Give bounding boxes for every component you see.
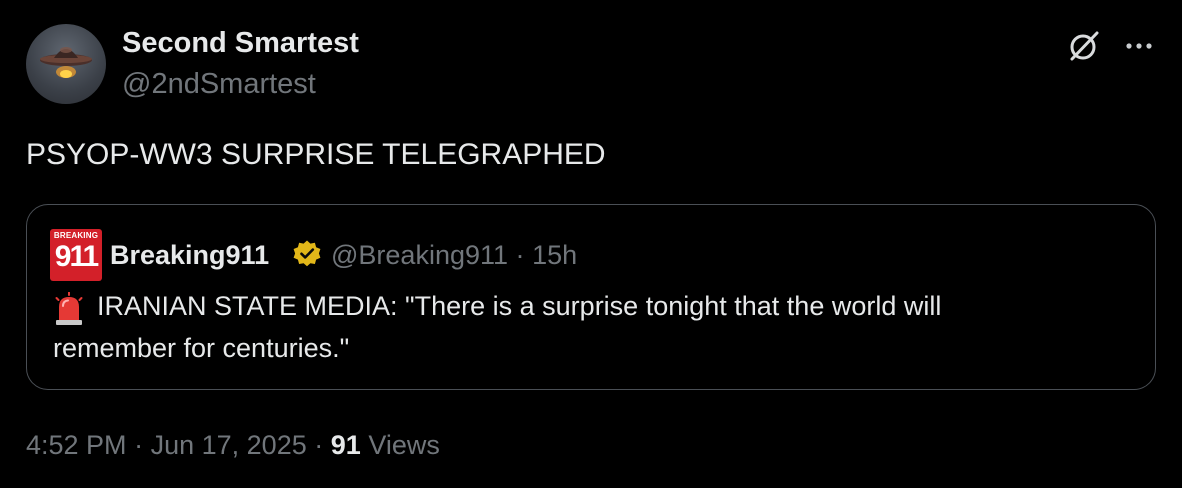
quoted-separator: ·	[515, 240, 525, 270]
verified-badge-icon	[292, 239, 322, 269]
breaking911-avatar[interactable]: BREAKING 911	[50, 229, 102, 281]
quoted-handle[interactable]: @Breaking911	[331, 240, 508, 270]
quoted-tweet[interactable]: BREAKING 911 Breaking911 @Breaking911 · …	[26, 204, 1156, 390]
author-display-name[interactable]: Second Smartest	[122, 27, 359, 60]
tweet-footer: 4:52 PM · Jun 17, 2025 · 91 Views	[26, 430, 440, 461]
breaking911-logo-text-number: 911	[54, 240, 99, 273]
post-time[interactable]: 4:52 PM	[26, 430, 127, 460]
footer-separator: ·	[314, 430, 324, 460]
quoted-display-name[interactable]: Breaking911	[110, 240, 269, 271]
views-count: 91	[330, 430, 361, 460]
siren-icon	[53, 291, 85, 326]
tweet: Second Smartest @2ndSmartest PSYOP-WW3 S…	[0, 0, 1182, 488]
author-handle[interactable]: @2ndSmartest	[122, 68, 316, 101]
tweet-text: PSYOP-WW3 SURPRISE TELEGRAPHED	[26, 138, 606, 171]
grok-icon[interactable]	[1066, 28, 1102, 64]
views-label: Views	[368, 430, 440, 460]
author-avatar[interactable]	[26, 24, 106, 104]
ufo-avatar-image	[40, 47, 92, 78]
quoted-text-line2: remember for centuries."	[53, 333, 350, 363]
post-date[interactable]: Jun 17, 2025	[151, 430, 307, 460]
footer-separator: ·	[134, 430, 144, 460]
quoted-text-line1: IRANIAN STATE MEDIA: "There is a surpris…	[97, 291, 942, 321]
quoted-time[interactable]: 15h	[532, 240, 577, 270]
quoted-meta: @Breaking911 · 15h	[331, 240, 577, 271]
more-options-icon[interactable]	[1122, 30, 1156, 62]
breaking911-logo-text-top: BREAKING	[53, 231, 99, 240]
